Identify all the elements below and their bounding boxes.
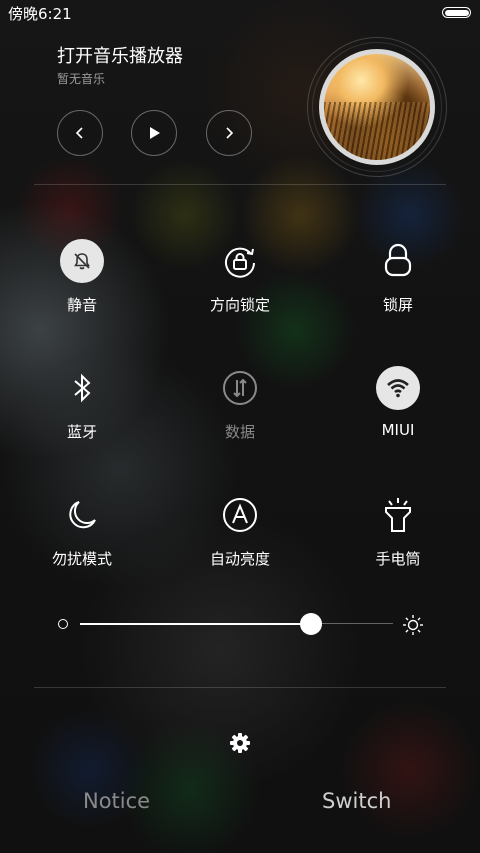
album-art[interactable]	[307, 37, 447, 177]
flashlight-icon	[376, 493, 420, 537]
auto-brightness-icon	[218, 493, 262, 537]
tab-notice[interactable]: Notice	[83, 789, 150, 813]
toggle-label: 手电筒	[375, 550, 421, 568]
next-button[interactable]	[206, 110, 252, 156]
next-icon	[226, 127, 234, 139]
brightness-slider-thumb[interactable]	[300, 613, 322, 635]
bluetooth-icon	[60, 366, 104, 410]
settings-gear-icon[interactable]	[229, 732, 251, 754]
music-subtitle: 暂无音乐	[57, 72, 106, 86]
toggle-label: 静音	[66, 296, 97, 314]
toggle-wifi[interactable]: MIUI	[338, 366, 458, 466]
brightness-track-empty[interactable]	[320, 623, 393, 624]
toggle-mute[interactable]: 静音	[22, 239, 142, 339]
toggle-mobile-data[interactable]: 数据	[180, 366, 300, 466]
toggle-bluetooth[interactable]: 蓝牙	[22, 366, 142, 466]
rotation-lock-icon	[218, 239, 262, 283]
toggle-label: 蓝牙	[66, 423, 97, 441]
toggle-rotation-lock[interactable]: 方向锁定	[180, 239, 300, 339]
toggle-flashlight[interactable]: 手电筒	[338, 493, 458, 593]
toggle-label: MIUI	[381, 421, 415, 439]
toggle-label: 自动亮度	[209, 550, 270, 568]
toggle-label: 方向锁定	[209, 296, 270, 314]
mobile-data-icon	[218, 366, 262, 410]
toggle-label: 锁屏	[382, 296, 413, 314]
play-icon	[150, 127, 160, 139]
toggle-label: 数据	[224, 423, 255, 441]
play-button[interactable]	[131, 110, 177, 156]
divider	[34, 687, 446, 688]
battery-icon	[442, 7, 471, 18]
bell-muted-icon	[60, 239, 104, 283]
album-cover-image	[319, 49, 435, 165]
previous-icon	[75, 127, 83, 139]
toggle-lock-screen[interactable]: 锁屏	[338, 239, 458, 339]
moon-icon	[60, 493, 104, 537]
brightness-track-filled[interactable]	[80, 623, 310, 625]
previous-button[interactable]	[57, 110, 103, 156]
toggle-auto-brightness[interactable]: 自动亮度	[180, 493, 300, 593]
divider	[34, 184, 446, 185]
music-player-title[interactable]: 打开音乐播放器	[57, 42, 183, 68]
brightness-low-icon	[58, 619, 68, 629]
lock-icon	[376, 239, 420, 283]
toggle-do-not-disturb[interactable]: 勿扰模式	[22, 493, 142, 593]
toggle-label: 勿扰模式	[51, 550, 112, 568]
tab-switch[interactable]: Switch	[322, 789, 391, 813]
wifi-icon	[376, 366, 420, 410]
brightness-high-icon	[403, 615, 423, 635]
status-time: 傍晚6:21	[8, 5, 72, 23]
